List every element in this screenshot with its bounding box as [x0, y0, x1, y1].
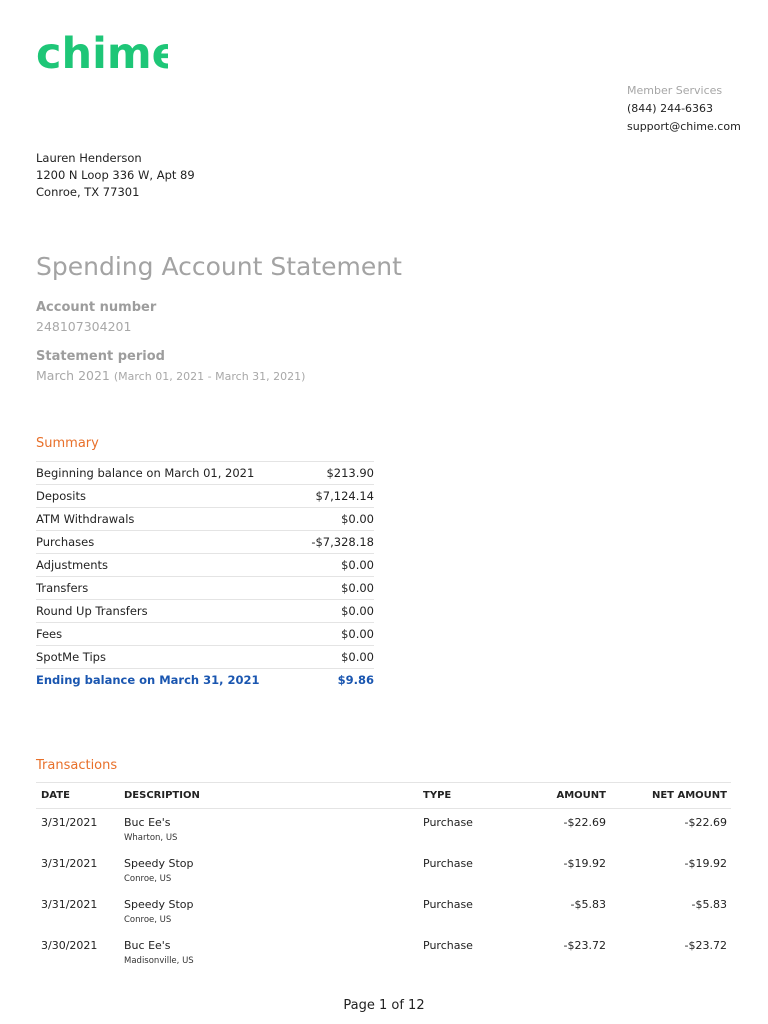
- summary-row-label: Transfers: [36, 581, 89, 595]
- transactions-table: DATE DESCRIPTION TYPE AMOUNT NET AMOUNT …: [36, 782, 731, 973]
- account-number-label: Account number: [36, 300, 157, 315]
- transaction-row: 3/31/2021 Speedy Stop Conroe, US Purchas…: [36, 850, 731, 891]
- summary-row: Fees $0.00: [36, 622, 374, 645]
- recipient-address-line2: Conroe, TX 77301: [36, 185, 140, 199]
- transaction-net-amount: -$23.72: [684, 939, 727, 952]
- summary-row-value: $0.00: [341, 604, 374, 618]
- transaction-net-amount: -$22.69: [684, 816, 727, 829]
- summary-row-value: $213.90: [326, 466, 374, 480]
- transaction-merchant: Speedy Stop: [124, 857, 194, 870]
- transaction-date: 3/31/2021: [41, 857, 98, 870]
- member-services-phone: (844) 244-6363: [627, 102, 714, 115]
- page-number: Page 1 of 12: [343, 998, 425, 1013]
- summary-row-label: Beginning balance on March 01, 2021: [36, 466, 255, 480]
- summary-title: Summary: [36, 436, 99, 451]
- chime-logo: chime: [36, 30, 168, 74]
- summary-row-label: Fees: [36, 627, 63, 641]
- transaction-type: Purchase: [423, 898, 473, 911]
- ending-balance-value: $9.86: [337, 673, 374, 687]
- transaction-location: Wharton, US: [124, 833, 178, 843]
- transaction-description: Buc Ee's Wharton, US: [124, 816, 423, 850]
- member-services-title: Member Services: [627, 84, 723, 97]
- summary-row-value: -$7,328.18: [311, 535, 374, 549]
- summary-row: SpotMe Tips $0.00: [36, 645, 374, 668]
- transaction-description: Buc Ee's Madisonville, US: [124, 939, 423, 973]
- member-services-block: Member Services (844) 244-6363 support@c…: [627, 82, 741, 136]
- summary-row: Deposits $7,124.14: [36, 484, 374, 507]
- summary-row-label: ATM Withdrawals: [36, 512, 135, 526]
- transaction-location: Madisonville, US: [124, 956, 194, 966]
- summary-row: ATM Withdrawals $0.00: [36, 507, 374, 530]
- summary-row: Beginning balance on March 01, 2021 $213…: [36, 461, 374, 484]
- column-header-type: TYPE: [423, 790, 452, 801]
- transaction-amount: -$22.69: [563, 816, 606, 829]
- summary-row-value: $0.00: [341, 650, 374, 664]
- transaction-type: Purchase: [423, 857, 473, 870]
- transaction-row: 3/30/2021 Buc Ee's Madisonville, US Purc…: [36, 932, 731, 973]
- recipient-name: Lauren Henderson: [36, 151, 142, 165]
- recipient-address: Lauren Henderson 1200 N Loop 336 W, Apt …: [36, 150, 195, 201]
- summary-row-value: $0.00: [341, 512, 374, 526]
- transaction-location: Conroe, US: [124, 874, 172, 884]
- statement-period-label: Statement period: [36, 349, 165, 364]
- transaction-amount: -$23.72: [563, 939, 606, 952]
- statement-title: Spending Account Statement: [36, 252, 402, 281]
- summary-row: Round Up Transfers $0.00: [36, 599, 374, 622]
- statement-period-range: (March 01, 2021 - March 31, 2021): [113, 370, 306, 383]
- transaction-date: 3/31/2021: [41, 898, 98, 911]
- summary-table: Beginning balance on March 01, 2021 $213…: [36, 461, 374, 691]
- summary-row-label: Adjustments: [36, 558, 109, 572]
- transaction-net-amount: -$5.83: [691, 898, 727, 911]
- column-header-description: DESCRIPTION: [124, 790, 200, 801]
- account-number-value: 248107304201: [36, 319, 132, 334]
- transactions-title: Transactions: [36, 758, 118, 773]
- column-header-net-amount: NET AMOUNT: [651, 790, 727, 801]
- transaction-merchant: Speedy Stop: [124, 898, 194, 911]
- column-header-date: DATE: [41, 790, 70, 801]
- summary-row: Transfers $0.00: [36, 576, 374, 599]
- svg-text:chime: chime: [36, 30, 168, 74]
- summary-row-label: Purchases: [36, 535, 95, 549]
- transaction-row: 3/31/2021 Buc Ee's Wharton, US Purchase …: [36, 809, 731, 850]
- recipient-address-line1: 1200 N Loop 336 W, Apt 89: [36, 168, 195, 182]
- summary-row-value: $0.00: [341, 627, 374, 641]
- transaction-merchant: Buc Ee's: [124, 816, 171, 829]
- transaction-amount: -$19.92: [563, 857, 606, 870]
- transaction-type: Purchase: [423, 939, 473, 952]
- transaction-merchant: Buc Ee's: [124, 939, 171, 952]
- summary-ending-balance-row: Ending balance on March 31, 2021 $9.86: [36, 668, 374, 691]
- summary-row-label: SpotMe Tips: [36, 650, 106, 664]
- chime-logo-mark: chime: [36, 30, 168, 74]
- statement-period-month: March 2021: [36, 368, 110, 383]
- summary-row: Adjustments $0.00: [36, 553, 374, 576]
- transaction-net-amount: -$19.92: [684, 857, 727, 870]
- summary-row-value: $7,124.14: [315, 489, 374, 503]
- summary-row-label: Round Up Transfers: [36, 604, 148, 618]
- column-header-amount: AMOUNT: [556, 790, 606, 801]
- transaction-description: Speedy Stop Conroe, US: [124, 857, 423, 891]
- transaction-type: Purchase: [423, 816, 473, 829]
- transaction-date: 3/30/2021: [41, 939, 98, 952]
- ending-balance-label: Ending balance on March 31, 2021: [36, 673, 260, 687]
- summary-row: Purchases -$7,328.18: [36, 530, 374, 553]
- summary-row-label: Deposits: [36, 489, 86, 503]
- transaction-location: Conroe, US: [124, 915, 172, 925]
- member-services-email: support@chime.com: [627, 120, 741, 133]
- transaction-date: 3/31/2021: [41, 816, 98, 829]
- transaction-description: Speedy Stop Conroe, US: [124, 898, 423, 932]
- transaction-row: 3/31/2021 Speedy Stop Conroe, US Purchas…: [36, 891, 731, 932]
- statement-period-value: March 2021 (March 01, 2021 - March 31, 2…: [36, 368, 305, 383]
- transactions-header: DATE DESCRIPTION TYPE AMOUNT NET AMOUNT: [36, 782, 731, 809]
- summary-row-value: $0.00: [341, 558, 374, 572]
- summary-row-value: $0.00: [341, 581, 374, 595]
- transaction-amount: -$5.83: [570, 898, 606, 911]
